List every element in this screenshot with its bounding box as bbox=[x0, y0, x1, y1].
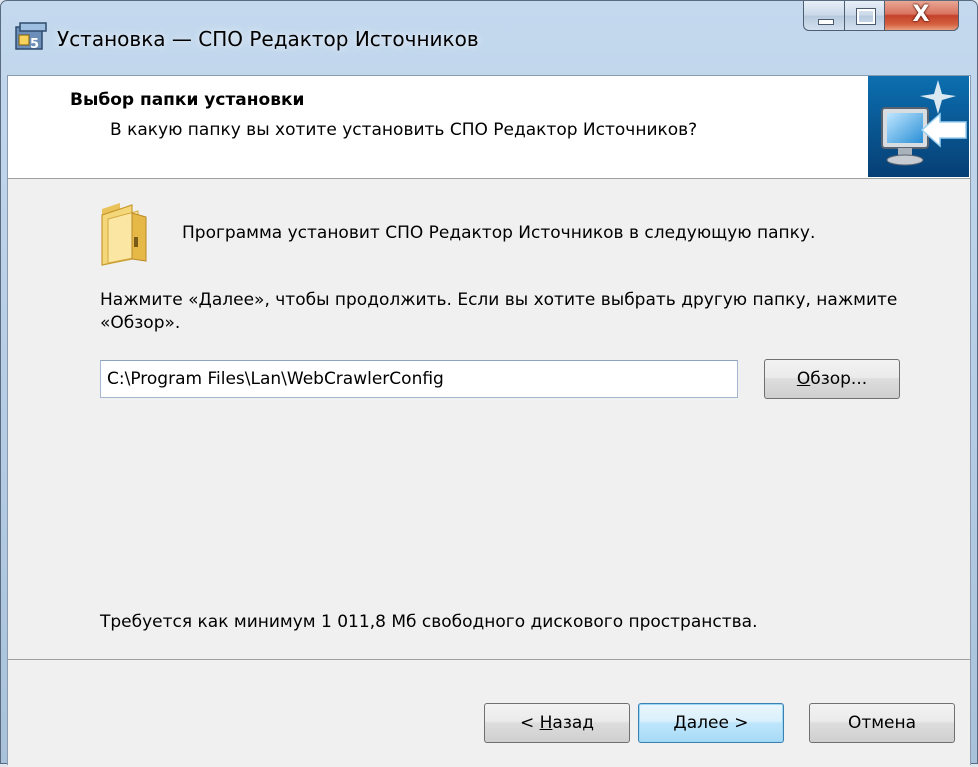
svg-text:5: 5 bbox=[30, 37, 39, 52]
browse-label: бзор... bbox=[810, 369, 868, 389]
installer-app-icon: 5 bbox=[15, 22, 47, 52]
disk-space-required-text: Требуется как минимум 1 011,8 Мб свободн… bbox=[100, 612, 758, 632]
wizard-footer: < Назад Далее > Отмена bbox=[8, 659, 970, 767]
title-bar[interactable]: 5 Установка — СПО Редактор Источников X bbox=[1, 1, 977, 75]
close-icon: X bbox=[912, 2, 930, 27]
wizard-header: Выбор папки установки В какую папку вы х… bbox=[8, 76, 970, 179]
page-title: Выбор папки установки bbox=[70, 90, 305, 110]
window-title: Установка — СПО Редактор Источников bbox=[57, 27, 479, 51]
next-button[interactable]: Далее > bbox=[638, 703, 784, 743]
back-accelerator: Н bbox=[539, 713, 553, 733]
back-label: азад bbox=[552, 713, 595, 733]
install-destination-text: Программа установит СПО Редактор Источни… bbox=[182, 223, 816, 243]
close-button[interactable]: X bbox=[885, 1, 959, 31]
maximize-button[interactable] bbox=[845, 1, 885, 31]
installer-window: 5 Установка — СПО Редактор Источников X … bbox=[0, 0, 978, 767]
monitor-arrow-icon bbox=[868, 76, 969, 177]
cancel-button[interactable]: Отмена bbox=[809, 703, 955, 743]
maximize-icon bbox=[856, 8, 876, 25]
minimize-button[interactable] bbox=[803, 1, 845, 31]
wizard-client-area: Выбор папки установки В какую папку вы х… bbox=[7, 75, 971, 767]
page-subtitle: В какую папку вы хотите установить СПО Р… bbox=[110, 120, 698, 140]
back-button[interactable]: < Назад bbox=[484, 703, 630, 743]
install-path-input[interactable] bbox=[100, 360, 738, 398]
wizard-body: Программа установит СПО Редактор Источни… bbox=[8, 179, 970, 659]
minimize-icon bbox=[818, 19, 834, 25]
instruction-text: Нажмите «Далее», чтобы продолжить. Если … bbox=[100, 290, 898, 333]
browse-accelerator: О bbox=[796, 369, 811, 389]
back-prefix: < bbox=[519, 713, 540, 733]
browse-button[interactable]: Обзор... bbox=[764, 359, 900, 399]
folder-icon bbox=[101, 203, 147, 266]
caption-buttons: X bbox=[803, 1, 959, 31]
